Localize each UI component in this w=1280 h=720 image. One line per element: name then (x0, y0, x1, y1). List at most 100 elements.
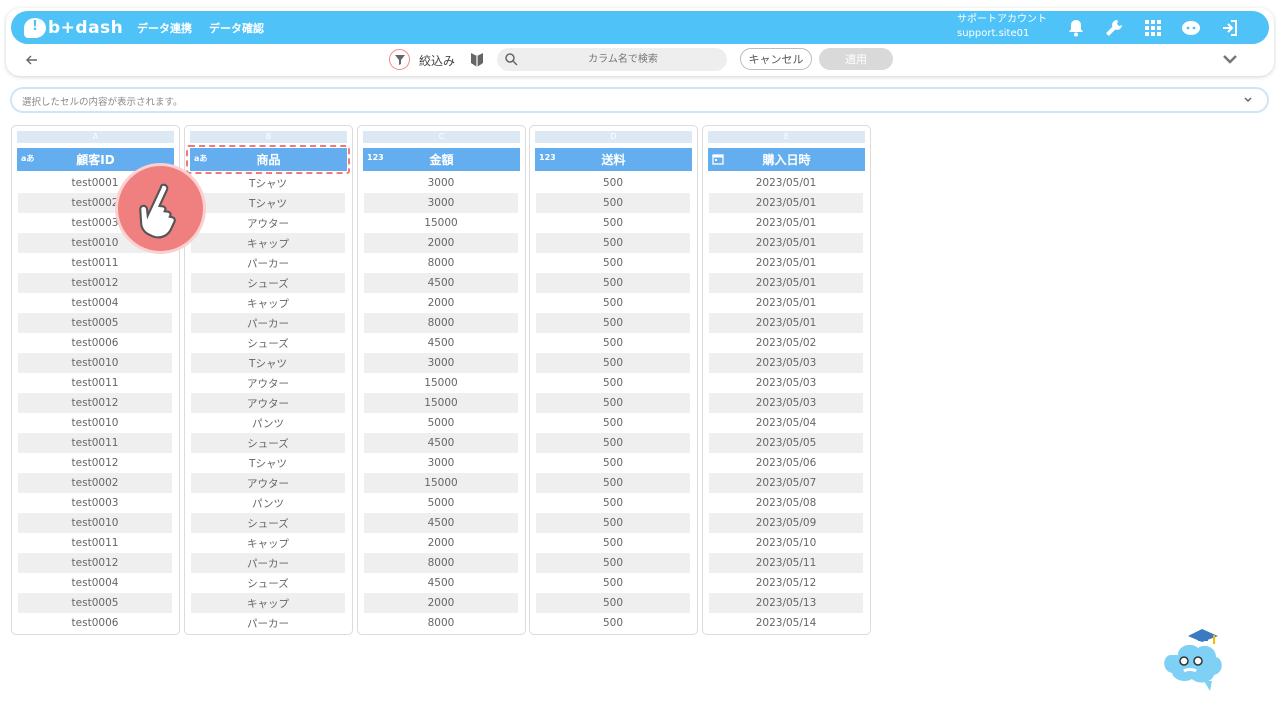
table-cell[interactable]: test0005 (18, 593, 172, 613)
table-cell[interactable]: 2023/05/01 (709, 253, 863, 273)
table-cell[interactable]: 2023/05/02 (709, 333, 863, 353)
table-cell[interactable]: 500 (536, 613, 690, 633)
table-cell[interactable]: 2000 (364, 533, 518, 553)
table-cell[interactable]: 8000 (364, 253, 518, 273)
column-header-purchase-date[interactable]: 購入日時 (708, 148, 865, 171)
table-cell[interactable]: 8000 (364, 553, 518, 573)
table-cell[interactable]: 2023/05/11 (709, 553, 863, 573)
table-cell[interactable]: 2023/05/01 (709, 193, 863, 213)
table-cell[interactable]: 8000 (364, 613, 518, 633)
table-cell[interactable]: 3000 (364, 193, 518, 213)
search-input[interactable] (525, 50, 721, 69)
table-cell[interactable]: 3000 (364, 173, 518, 193)
table-cell[interactable]: test0012 (18, 553, 172, 573)
table-cell[interactable]: test0006 (18, 613, 172, 633)
wrench-icon[interactable] (1102, 16, 1126, 40)
table-cell[interactable]: 2000 (364, 293, 518, 313)
table-cell[interactable]: test0003 (18, 493, 172, 513)
table-cell[interactable]: 2023/05/06 (709, 453, 863, 473)
table-cell[interactable]: 2023/05/03 (709, 353, 863, 373)
table-cell[interactable]: test0012 (18, 393, 172, 413)
chat-icon[interactable] (1179, 16, 1203, 40)
table-cell[interactable]: 2023/05/09 (709, 513, 863, 533)
table-cell[interactable]: test0011 (18, 533, 172, 553)
filter-button[interactable] (389, 49, 410, 70)
table-cell[interactable]: 500 (536, 433, 690, 453)
table-cell[interactable]: Tシャツ (191, 173, 345, 193)
table-cell[interactable]: test0004 (18, 293, 172, 313)
table-cell[interactable]: アウター (191, 373, 345, 393)
table-cell[interactable]: キャップ (191, 593, 345, 613)
table-cell[interactable]: 500 (536, 513, 690, 533)
chevron-down-icon[interactable] (1241, 94, 1255, 106)
table-cell[interactable]: パーカー (191, 313, 345, 333)
nav-data-check[interactable]: データ確認 (209, 20, 264, 36)
table-cell[interactable]: 500 (536, 193, 690, 213)
table-cell[interactable]: test0010 (18, 513, 172, 533)
table-cell[interactable]: 4500 (364, 273, 518, 293)
table-cell[interactable]: Tシャツ (191, 453, 345, 473)
column-header-shipping[interactable]: 123 送料 (535, 148, 692, 171)
table-cell[interactable]: 500 (536, 333, 690, 353)
nav-data-link[interactable]: データ連携 (137, 20, 192, 36)
table-cell[interactable]: test0004 (18, 573, 172, 593)
table-cell[interactable]: test0005 (18, 313, 172, 333)
table-cell[interactable]: パンツ (191, 493, 345, 513)
table-cell[interactable]: 4500 (364, 433, 518, 453)
table-cell[interactable]: 2023/05/01 (709, 233, 863, 253)
table-cell[interactable]: Tシャツ (191, 193, 345, 213)
table-cell[interactable]: 500 (536, 493, 690, 513)
table-cell[interactable]: 2023/05/07 (709, 473, 863, 493)
table-cell[interactable]: 2023/05/01 (709, 273, 863, 293)
table-cell[interactable]: 2000 (364, 233, 518, 253)
table-cell[interactable]: パーカー (191, 553, 345, 573)
table-cell[interactable]: 2000 (364, 593, 518, 613)
table-cell[interactable]: Tシャツ (191, 353, 345, 373)
table-cell[interactable]: test0002 (18, 473, 172, 493)
table-cell[interactable]: 8000 (364, 313, 518, 333)
table-cell[interactable]: test0012 (18, 453, 172, 473)
table-cell[interactable]: 500 (536, 473, 690, 493)
table-cell[interactable]: キャップ (191, 293, 345, 313)
table-cell[interactable]: 15000 (364, 373, 518, 393)
table-cell[interactable]: 4500 (364, 333, 518, 353)
table-cell[interactable]: 2023/05/01 (709, 213, 863, 233)
table-cell[interactable]: 15000 (364, 213, 518, 233)
column-header-amount[interactable]: 123 金額 (363, 148, 520, 171)
grid-icon[interactable] (1141, 16, 1165, 40)
mascot-character[interactable] (1158, 625, 1228, 693)
logout-icon[interactable] (1218, 16, 1242, 40)
table-cell[interactable]: 2023/05/01 (709, 293, 863, 313)
table-cell[interactable]: 500 (536, 273, 690, 293)
table-cell[interactable]: 500 (536, 353, 690, 373)
table-cell[interactable]: test0011 (18, 373, 172, 393)
table-cell[interactable]: シューズ (191, 573, 345, 593)
table-cell[interactable]: 500 (536, 173, 690, 193)
table-cell[interactable]: 500 (536, 213, 690, 233)
table-cell[interactable]: 500 (536, 373, 690, 393)
table-cell[interactable]: シューズ (191, 333, 345, 353)
table-cell[interactable]: 15000 (364, 473, 518, 493)
table-cell[interactable]: test0011 (18, 253, 172, 273)
table-cell[interactable]: test0011 (18, 433, 172, 453)
table-cell[interactable]: test0010 (18, 353, 172, 373)
back-arrow-icon[interactable] (24, 52, 40, 68)
cell-content-bar[interactable]: 選択したセルの内容が表示されます。 (10, 87, 1269, 113)
table-cell[interactable]: 5000 (364, 493, 518, 513)
table-cell[interactable]: 2023/05/03 (709, 393, 863, 413)
table-cell[interactable]: パンツ (191, 413, 345, 433)
table-cell[interactable]: アウター (191, 393, 345, 413)
table-cell[interactable]: 2023/05/14 (709, 613, 863, 633)
account-info[interactable]: サポートアカウント support.site01 (957, 13, 1047, 41)
table-cell[interactable]: パーカー (191, 613, 345, 633)
cancel-button[interactable]: キャンセル (740, 48, 812, 70)
table-cell[interactable]: 500 (536, 313, 690, 333)
table-cell[interactable]: 500 (536, 593, 690, 613)
table-cell[interactable]: シューズ (191, 433, 345, 453)
table-cell[interactable]: 500 (536, 293, 690, 313)
table-cell[interactable]: 500 (536, 553, 690, 573)
table-cell[interactable]: 500 (536, 233, 690, 253)
table-cell[interactable]: キャップ (191, 233, 345, 253)
table-cell[interactable]: アウター (191, 213, 345, 233)
table-cell[interactable]: 500 (536, 453, 690, 473)
